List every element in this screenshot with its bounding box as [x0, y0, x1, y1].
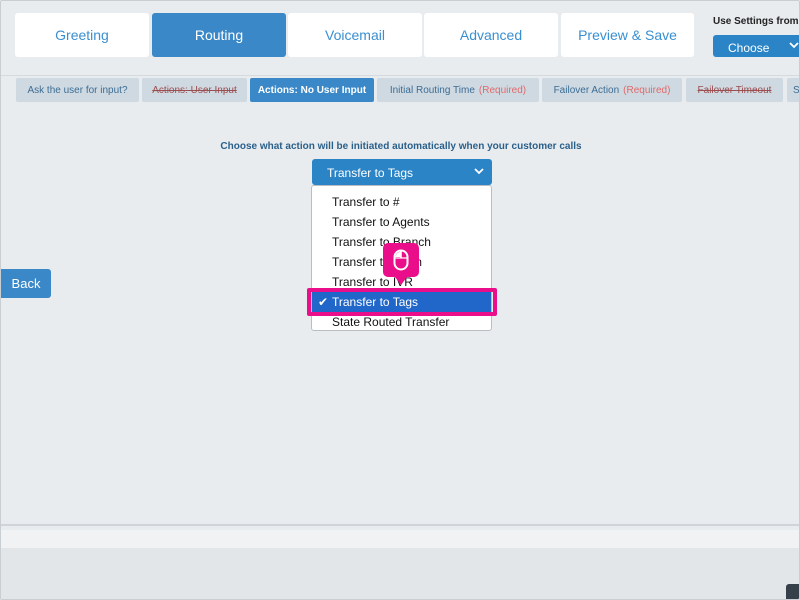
footer-divider	[1, 524, 799, 526]
subtab-label: Actions: No User Input	[257, 84, 367, 96]
use-settings-label: Use Settings from	[713, 16, 799, 27]
action-select[interactable]: Transfer to Tags	[312, 159, 492, 185]
required-tag: (Required)	[623, 84, 671, 96]
header-divider	[1, 75, 799, 76]
chevron-down-icon	[789, 38, 799, 52]
footer-bar	[1, 530, 799, 548]
subtab-failover-timeout[interactable]: Failover Timeout	[686, 78, 783, 102]
tab-advanced[interactable]: Advanced	[424, 13, 558, 57]
subtab-label: Failover Action	[553, 84, 620, 96]
subtab-actions-user-input[interactable]: Actions: User Input	[142, 78, 247, 102]
subtab-overflow[interactable]: S	[787, 78, 800, 102]
chevron-down-icon	[474, 164, 484, 178]
action-prompt: Choose what action will be initiated aut…	[220, 141, 582, 152]
option-label: Transfer to Tags	[332, 295, 419, 309]
chat-widget-button[interactable]	[786, 584, 799, 599]
option-transfer-to-number[interactable]: Transfer to #	[312, 192, 491, 212]
check-icon: ✔	[318, 295, 329, 309]
tab-routing[interactable]: Routing	[152, 13, 286, 57]
subtab-failover-action[interactable]: Failover Action (Required)	[542, 78, 682, 102]
mouse-click-icon	[383, 243, 419, 285]
subtab-label: Initial Routing Time	[389, 84, 475, 96]
action-select-value: Transfer to Tags	[327, 166, 414, 180]
tab-preview-save[interactable]: Preview & Save	[561, 13, 694, 57]
tab-greeting[interactable]: Greeting	[15, 13, 149, 57]
subtab-ask-user-input[interactable]: Ask the user for input?	[16, 78, 139, 102]
option-transfer-to-tags[interactable]: ✔ Transfer to Tags	[312, 292, 491, 312]
use-settings-value: Choose	[728, 41, 770, 55]
subtab-label: Failover Timeout	[697, 84, 772, 96]
subtab-label: Ask the user for input?	[27, 84, 128, 96]
option-transfer-to-agents[interactable]: Transfer to Agents	[312, 212, 491, 232]
tab-voicemail[interactable]: Voicemail	[288, 13, 422, 57]
subtab-actions-no-user-input[interactable]: Actions: No User Input	[250, 78, 374, 102]
subtab-initial-routing-time[interactable]: Initial Routing Time (Required)	[377, 78, 539, 102]
app-frame: Greeting Routing Voicemail Advanced Prev…	[0, 0, 800, 600]
required-tag: (Required)	[478, 84, 527, 96]
back-button[interactable]: Back	[1, 269, 51, 298]
subtab-label: S	[793, 84, 800, 96]
use-settings-select[interactable]: Choose	[713, 35, 799, 57]
footer-area	[1, 548, 799, 599]
subtab-label: Actions: User Input	[152, 84, 237, 96]
option-state-routed-transfer[interactable]: State Routed Transfer	[312, 312, 491, 332]
